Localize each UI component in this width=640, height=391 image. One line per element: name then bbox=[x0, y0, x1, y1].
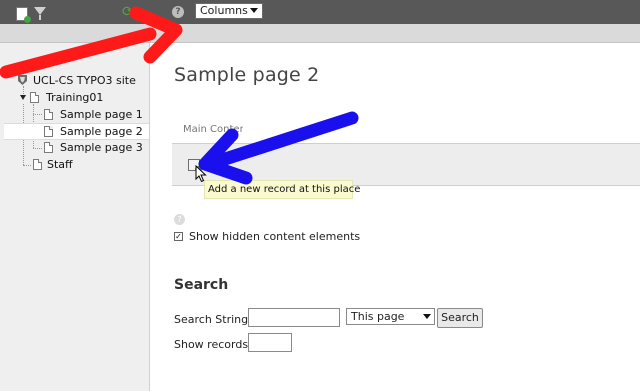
tree-item-label: Sample page 1 bbox=[60, 108, 143, 121]
page-icon bbox=[44, 109, 53, 120]
tree-item-label: Staff bbox=[47, 158, 73, 171]
show-records-input[interactable] bbox=[248, 333, 292, 352]
show-hidden-label: Show hidden content elements bbox=[189, 230, 361, 243]
doc-header-bar bbox=[0, 24, 640, 63]
tree-root-label: UCL-CS TYPO3 site bbox=[33, 74, 136, 87]
page-title: Sample page 2 bbox=[174, 64, 320, 86]
chevron-down-icon bbox=[423, 314, 431, 319]
page-icon bbox=[33, 159, 42, 170]
tree-item-label: Sample page 3 bbox=[60, 141, 143, 154]
tree-item-label: Sample page 2 bbox=[60, 125, 143, 138]
columns-select[interactable]: Columns bbox=[195, 3, 263, 19]
expand-arrow-icon[interactable] bbox=[20, 95, 26, 100]
help-icon[interactable]: ? bbox=[172, 6, 184, 18]
page-icon bbox=[44, 142, 53, 153]
refresh-icon[interactable]: ⟳ bbox=[122, 5, 134, 19]
main-content-area: Sample page 2 Main Content Add a new rec… bbox=[150, 43, 640, 391]
top-toolbar: ⟳ ? Columns bbox=[0, 0, 640, 24]
search-scope-value: This page bbox=[351, 310, 405, 323]
search-button[interactable]: Search bbox=[437, 308, 483, 328]
search-string-input[interactable] bbox=[248, 308, 340, 327]
new-page-icon[interactable] bbox=[16, 7, 31, 23]
columns-select-value: Columns bbox=[200, 4, 248, 17]
mouse-cursor-icon bbox=[195, 165, 207, 183]
column-header: Main Content bbox=[183, 124, 243, 135]
search-string-label: Search String: bbox=[174, 313, 252, 326]
tree-connector bbox=[23, 165, 31, 166]
search-scope-select[interactable]: This page bbox=[346, 308, 435, 325]
help-icon[interactable]: ? bbox=[174, 214, 185, 225]
typo3-globe-icon bbox=[18, 75, 27, 85]
show-records-label: Show records: bbox=[174, 338, 252, 351]
tree-item-sample-page-2[interactable]: Sample page 2 bbox=[4, 123, 149, 140]
tree-item-label: Training01 bbox=[46, 91, 104, 104]
tree-connector bbox=[23, 86, 24, 94]
filter-icon[interactable] bbox=[34, 7, 46, 20]
new-record-tooltip: Add a new record at this place bbox=[204, 180, 360, 199]
tree-connector bbox=[33, 148, 42, 149]
tree-connector bbox=[33, 114, 42, 115]
page-icon bbox=[30, 92, 39, 103]
page-icon bbox=[44, 126, 53, 137]
search-heading: Search bbox=[174, 277, 229, 293]
show-hidden-checkbox[interactable]: ✓ bbox=[174, 232, 183, 241]
chevron-down-icon bbox=[250, 8, 258, 13]
